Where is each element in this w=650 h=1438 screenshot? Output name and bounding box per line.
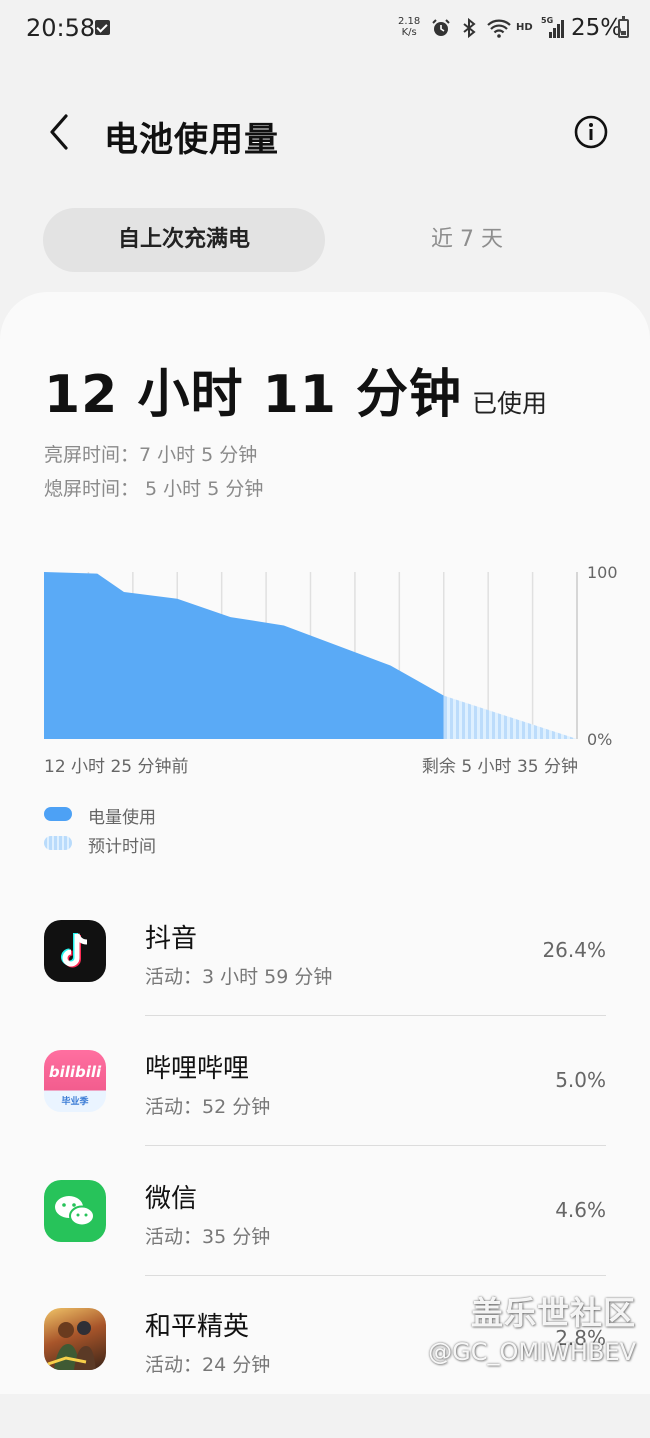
bilibili-icon-subtext: 毕业季 xyxy=(61,1097,89,1107)
info-icon[interactable] xyxy=(574,115,608,149)
legend-label-used: 电量使用 xyxy=(88,808,156,828)
peacekeeper-elite-icon xyxy=(44,1308,106,1370)
screen-off-time: 熄屏时间： 5 小时 5 分钟 xyxy=(44,478,264,500)
checkbox-icon xyxy=(95,20,110,35)
chart-ytick-label: 0% xyxy=(587,730,612,749)
bluetooth-icon xyxy=(463,17,476,39)
chart-x-start-label: 12 小时 25 分钟前 xyxy=(44,757,189,777)
tab-since-full-charge[interactable]: 自上次充满电 xyxy=(43,208,325,272)
row-divider xyxy=(145,1275,606,1276)
status-time: 20:58 xyxy=(26,14,96,42)
app-percent: 26.4% xyxy=(542,938,606,962)
hd-label: HD xyxy=(516,22,533,33)
app-name: 和平精英 xyxy=(145,1312,250,1342)
total-usage-suffix: 已使用 xyxy=(472,389,548,418)
back-chevron-icon[interactable] xyxy=(42,112,82,152)
legend-swatch-estimated xyxy=(44,836,72,850)
network-type-label: 5G xyxy=(541,16,554,25)
total-usage-time: 12 小时 11 分钟 xyxy=(44,365,463,425)
battery-chart: 100 0% xyxy=(44,563,618,749)
wifi-icon xyxy=(487,19,511,38)
app-activity: 活动：52 分钟 xyxy=(145,1096,271,1118)
douyin-icon xyxy=(44,920,106,982)
bilibili-icon-text: bilibili xyxy=(48,1063,102,1081)
network-speed-unit: K/s xyxy=(401,27,417,38)
app-row-bilibili[interactable]: bilibili 毕业季 哔哩哔哩 活动：52 分钟 5.0% xyxy=(0,1050,650,1180)
wechat-icon xyxy=(44,1180,106,1242)
app-name: 抖音 xyxy=(145,924,198,954)
watermark-community: 盖乐世社区 xyxy=(470,1294,636,1332)
tab-last-7-days[interactable]: 近 7 天 xyxy=(362,208,572,272)
app-row-douyin[interactable]: 抖音 活动：3 小时 59 分钟 26.4% xyxy=(0,920,650,1050)
signal-icon: 5G xyxy=(541,16,564,38)
status-bar: 20:58 2.18 K/s HD 5G 25% xyxy=(0,0,650,58)
total-usage: 12 小时 11 分钟 已使用 xyxy=(44,352,547,427)
app-name: 微信 xyxy=(145,1184,198,1214)
legend-swatch-used xyxy=(44,807,72,821)
app-percent: 5.0% xyxy=(555,1068,606,1092)
chart-area-estimated xyxy=(443,695,577,739)
network-speed-value: 2.18 xyxy=(398,16,421,27)
battery-percent: 25% xyxy=(571,15,623,41)
screen-on-time: 亮屏时间：7 小时 5 分钟 xyxy=(44,444,258,466)
battery-icon xyxy=(618,16,629,38)
network-speed: 2.18 K/s xyxy=(398,16,420,38)
app-activity: 活动：3 小时 59 分钟 xyxy=(145,966,333,988)
watermark-user: @GC_OMIWHBEV xyxy=(428,1338,636,1366)
bilibili-icon: bilibili 毕业季 xyxy=(44,1050,106,1112)
app-activity: 活动：35 分钟 xyxy=(145,1226,271,1248)
page-title: 电池使用量 xyxy=(104,120,279,160)
chart-x-end-label: 剩余 5 小时 35 分钟 xyxy=(421,757,578,777)
legend-label-estimated: 预计时间 xyxy=(88,837,156,857)
app-percent: 4.6% xyxy=(555,1198,606,1222)
row-divider xyxy=(145,1145,606,1146)
chart-ytick-label: 100 xyxy=(587,563,618,582)
alarm-icon xyxy=(432,19,450,36)
row-divider xyxy=(145,1015,606,1016)
app-activity: 活动：24 分钟 xyxy=(145,1354,271,1376)
chart-area-used xyxy=(44,572,444,739)
app-name: 哔哩哔哩 xyxy=(145,1054,250,1084)
